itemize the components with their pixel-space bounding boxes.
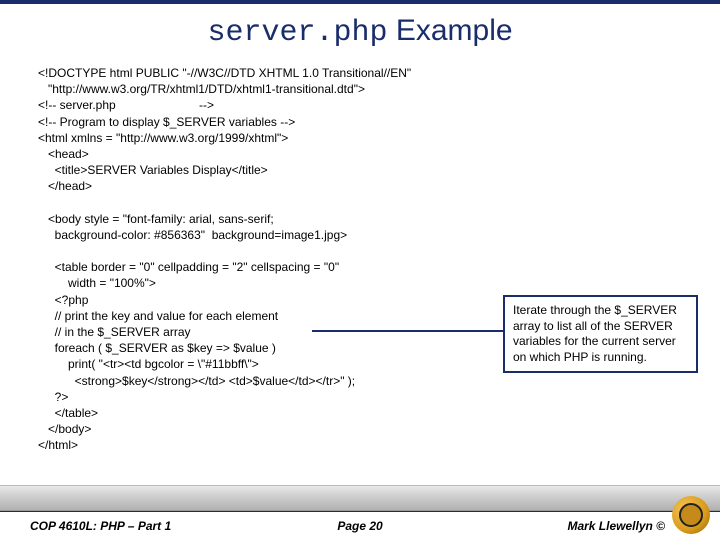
course-label: COP 4610L: PHP – Part 1: [30, 519, 171, 533]
top-accent-bar: [0, 0, 720, 4]
ucf-logo-inner: [679, 503, 703, 527]
code-listing: <!DOCTYPE html PUBLIC "-//W3C//DTD XHTML…: [0, 65, 720, 454]
callout-box: Iterate through the $_SERVER array to li…: [503, 295, 698, 373]
page-number: Page 20: [337, 519, 382, 533]
title-mono: server.php: [207, 16, 387, 50]
title-rest: Example: [387, 14, 512, 47]
callout-text: Iterate through the $_SERVER array to li…: [513, 303, 677, 364]
footer: COP 4610L: PHP – Part 1 Page 20 Mark Lle…: [0, 485, 720, 540]
footer-info: COP 4610L: PHP – Part 1 Page 20 Mark Lle…: [0, 511, 720, 540]
slide-title: server.php Example: [0, 14, 720, 50]
callout-arrow-line: [312, 330, 510, 332]
author-label: Mark Llewellyn ©: [567, 519, 665, 533]
footer-gradient: [0, 485, 720, 511]
ucf-logo-icon: [672, 496, 710, 534]
